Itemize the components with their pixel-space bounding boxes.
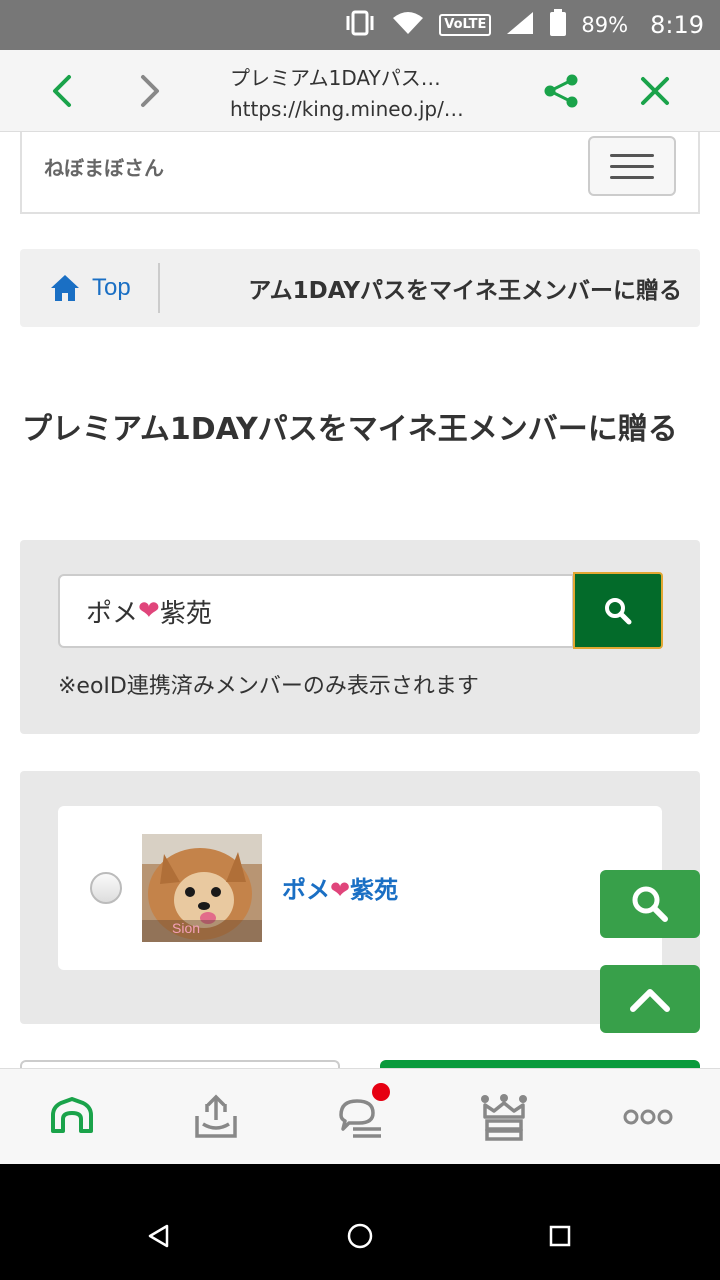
hamburger-line [610,175,654,179]
hamburger-menu-button[interactable] [588,136,676,196]
nav-home[interactable] [0,1069,144,1165]
member-name-prefix: ポメ [282,876,330,904]
system-home-button[interactable] [340,1216,380,1256]
nav-king[interactable] [432,1069,576,1165]
hamburger-line [610,153,654,157]
nav-upload[interactable] [144,1069,288,1165]
home-icon [51,275,79,301]
breadcrumb-home-label: Top [92,274,131,301]
close-icon [641,77,669,105]
battery-icon [549,9,567,41]
vibrate-icon [343,10,377,40]
signal-icon [505,10,535,40]
member-name-suffix: 紫苑 [350,876,399,904]
heart-icon: ❤ [138,596,160,626]
scroll-to-top-button[interactable] [600,965,700,1033]
search-icon [605,597,632,624]
share-icon [544,74,578,108]
status-bar: VoLTE 89% 8:19 [0,0,720,50]
user-name: ねぼまぼさん [44,156,164,180]
avatar: Sion [142,834,262,942]
member-search-input[interactable]: ポメ ❤ 紫苑 [58,574,574,648]
nav-chat[interactable] [288,1069,432,1165]
battery-percentage: 89% [581,13,629,37]
circle-home-icon [347,1223,373,1249]
clock: 8:19 [650,11,704,39]
chevron-right-icon [141,75,159,107]
browser-page-title: プレミアム1DAYパス… [230,66,441,90]
browser-toolbar: プレミアム1DAYパス… https://king.mineo.jp/… [0,50,720,132]
more-icon [623,1109,673,1125]
volte-icon: VoLTE [439,14,492,36]
upload-tray-icon [195,1094,237,1138]
search-icon [632,886,668,922]
search-value-prefix: ポメ [86,598,139,629]
result-panel: Sion ポメ❤紫苑 [20,771,700,1024]
page-title: プレミアム1DAYパスをマイネ王メンバーに贈る [22,412,678,447]
breadcrumb-separator [158,263,160,313]
search-button[interactable] [573,572,663,649]
back-button[interactable] [28,50,98,132]
hamburger-line [610,164,654,168]
member-radio[interactable] [90,872,122,904]
search-note: ※eoID連携済みメンバーのみ表示されます [58,674,479,699]
chat-bubble-icon [339,1099,381,1138]
breadcrumb: Top アム1DAYパスをマイネ王メンバーに贈る [20,249,700,327]
bottom-nav [0,1068,720,1164]
share-button[interactable] [526,50,596,132]
system-recents-button[interactable] [540,1216,580,1256]
wifi-icon [391,10,425,40]
close-button[interactable] [620,50,690,132]
floating-search-button[interactable] [600,870,700,938]
forward-button[interactable] [114,50,184,132]
site-header: ねぼまぼさん [20,132,700,214]
square-recents-icon [549,1225,571,1247]
android-nav-bar [0,1164,720,1280]
avatar-caption: Sion [172,920,201,936]
search-panel: ポメ ❤ 紫苑 ※eoID連携済みメンバーのみ表示されます [20,540,700,734]
member-result-card[interactable]: Sion ポメ❤紫苑 [58,806,662,970]
breadcrumb-home-link[interactable]: Top [50,249,131,327]
triangle-back-icon [148,1224,169,1248]
page-info[interactable]: プレミアム1DAYパス… https://king.mineo.jp/… [230,62,500,121]
nav-more[interactable] [576,1069,720,1165]
chevron-left-icon [53,75,71,107]
system-back-button[interactable] [138,1216,178,1256]
home-icon [51,1097,93,1133]
search-value-suffix: 紫苑 [159,598,212,629]
member-name-link[interactable]: ポメ❤紫苑 [282,870,398,905]
heart-icon: ❤ [330,876,351,904]
browser-url: https://king.mineo.jp/… [230,97,464,121]
chevron-up-icon [630,989,670,1012]
breadcrumb-current: アム1DAYパスをマイネ王メンバーに贈る [248,278,682,304]
crown-icon [481,1094,527,1141]
notification-badge [372,1083,390,1101]
